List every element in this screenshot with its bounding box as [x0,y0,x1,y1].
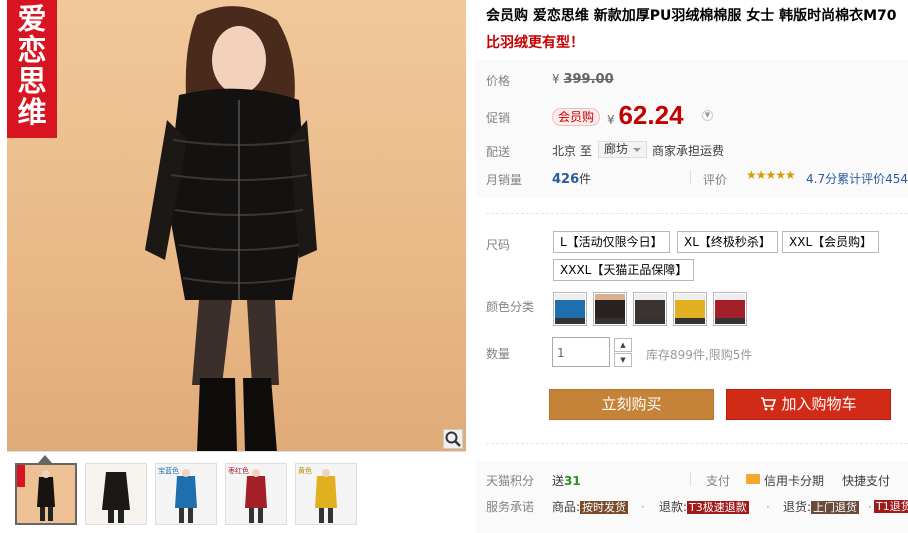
points-prefix: 送 [552,474,565,488]
chevron-down-icon[interactable]: ▼ [702,110,713,121]
quick-pay[interactable]: 快捷支付 [842,472,890,489]
points-value: 送31 [552,472,581,489]
color-option-blue[interactable] [553,292,587,326]
product-title: 会员购 爱恋思维 新款加厚PU羽绒棉棉服 女士 韩版时尚棉衣M70 [486,8,897,24]
service-prefix: 商品: [552,500,581,514]
brand-char: 思 [17,64,47,98]
color-swatch [595,294,625,324]
thumbnail-5[interactable]: 黄色 [295,463,357,525]
credit-card-icon [746,474,760,484]
color-swatch [635,294,665,324]
section-divider [486,443,908,444]
quantity-label: 数量 [486,347,511,361]
service-item-t1-return[interactable]: T1退货 [874,498,908,514]
size-option-xl[interactable]: XL【终极秒杀】 [677,231,778,253]
rating-summary-link[interactable]: 4.7分累计评价454 [806,170,908,187]
ship-from: 北京 至 [552,144,592,158]
divider [690,472,691,486]
quantity-input[interactable]: 1 [552,337,610,367]
thumb-active-caret [38,455,52,463]
thumbnail-3[interactable]: 宝蓝色 [155,463,217,525]
add-to-cart-label: 加入购物车 [781,395,857,413]
brand-badge: 爱 恋 思 维 [7,0,57,138]
separator-dot: · [868,500,872,514]
size-option-xxxl[interactable]: XXXL【天猫正品保障】 [553,259,695,281]
color-label: 颜色分类 [486,300,535,314]
color-option-red[interactable] [713,292,747,326]
buy-now-button[interactable]: 立刻购买 [549,389,714,420]
currency-symbol: ¥ [552,72,560,86]
brand-char: 爱 [17,2,47,36]
thumb-caption: 枣红色 [228,467,249,475]
section-divider [486,213,908,214]
service-item-refund[interactable]: 退款: T3极速退款 [659,498,749,515]
service-prefix: 退款: [659,500,688,514]
monthly-sales-label: 月销量 [486,173,523,187]
divider [690,170,691,184]
promo-price-value: 62.24 [618,100,684,130]
size-label: 尺码 [486,238,511,252]
credit-installment[interactable]: 信用卡分期 [764,472,824,489]
sales-count: 426 [552,172,580,187]
points-label: 天猫积分 [486,474,535,488]
size-option-l[interactable]: L【活动仅限今日】 [553,231,670,253]
monthly-sales: 426件 [552,170,591,187]
size-option-xxl[interactable]: XXL【会员购】 [782,231,880,253]
quantity-increase-button[interactable]: ▲ [614,338,632,352]
price-label: 价格 [486,74,511,88]
add-to-cart-button[interactable]: 加入购物车 [726,389,891,420]
brand-char: 恋 [17,33,47,67]
service-tag: T3极速退款 [687,501,749,514]
shipping-fee: 商家承担运费 [652,144,725,158]
thumbnail-4[interactable]: 枣红色 [225,463,287,525]
currency-symbol: ¥ [607,113,615,127]
color-swatch [715,294,745,324]
original-price-value: 399.00 [563,72,614,87]
color-swatch [555,294,585,324]
color-swatch [675,294,705,324]
product-subtitle: 比羽绒更有型！ [486,35,584,51]
thumb-caption: 宝蓝色 [158,467,179,475]
promo-price: ¥ 62.24 [607,100,684,131]
cart-icon [761,397,777,411]
service-item-return[interactable]: 退货: 上门退货 [783,498,860,515]
thumbnail-1[interactable] [15,463,77,525]
thumbnail-2[interactable] [85,463,147,525]
thumb-caption: 黄色 [298,467,312,475]
color-option-black-1[interactable] [593,292,627,326]
service-prefix: 退货: [783,500,812,514]
main-product-photo[interactable]: 爱 恋 思 维 [7,0,466,452]
color-option-black-2[interactable] [633,292,667,326]
promo-label: 促销 [486,111,511,125]
separator-dot: · [641,500,645,514]
review-label: 评价 [703,173,728,187]
zoom-icon[interactable] [443,429,463,449]
service-label: 服务承诺 [486,500,535,514]
rating-stars-icon: ★★★★★ [746,168,796,182]
points-number: 31 [564,474,581,488]
service-tag: 上门退货 [811,501,860,514]
brand-char: 维 [17,95,47,129]
sales-unit: 件 [579,172,592,186]
shipping-label: 配送 [486,145,511,159]
model-figure [145,6,317,451]
service-item-shipping[interactable]: 商品: 按时发货 [552,498,629,515]
payment-label: 支付 [706,474,731,488]
original-price: ¥ 399.00 [552,72,614,87]
destination-select[interactable]: 廊坊 [598,141,648,158]
separator-dot: · [766,500,770,514]
promo-tag: 会员购 [552,108,601,126]
color-option-yellow[interactable] [673,292,707,326]
quantity-decrease-button[interactable]: ▼ [614,353,632,367]
service-tag: 按时发货 [580,501,629,514]
stock-info: 库存899件,限购5件 [646,348,753,362]
service-tag: T1退货 [874,500,908,513]
